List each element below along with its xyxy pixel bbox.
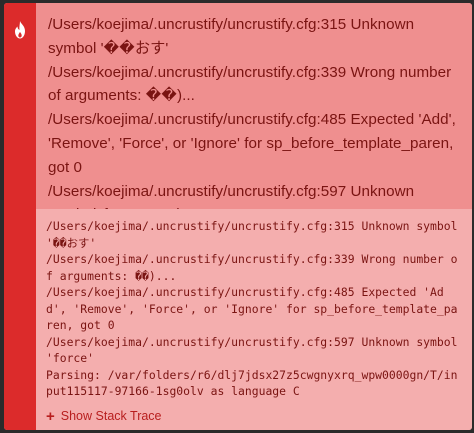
message-line: /Users/koejima/.uncrustify/uncrustify.cf…	[48, 16, 415, 57]
message-line: /Users/koejima/.uncrustify/uncrustify.cf…	[48, 111, 456, 176]
detail-line: /Users/koejima/.uncrustify/uncrustify.cf…	[46, 252, 458, 283]
detail-line: /Users/koejima/.uncrustify/uncrustify.cf…	[46, 219, 465, 250]
detail-line: /Users/koejima/.uncrustify/uncrustify.cf…	[46, 334, 465, 366]
error-notification: /Users/koejima/.uncrustify/uncrustify.cf…	[4, 3, 472, 430]
notification-detail: /Users/koejima/.uncrustify/uncrustify.cf…	[36, 209, 472, 430]
show-stack-trace-button[interactable]: + Show Stack Trace	[46, 408, 462, 425]
detail-line: Parsing: /var/folders/r6/dlj7jdsx27z5cwg…	[46, 367, 458, 399]
notification-message: /Users/koejima/.uncrustify/uncrustify.cf…	[36, 3, 472, 209]
plus-icon: +	[46, 407, 55, 425]
notification-icon-bar	[4, 3, 36, 430]
detail-line: /Users/koejima/.uncrustify/uncrustify.cf…	[46, 285, 458, 333]
notification-content: /Users/koejima/.uncrustify/uncrustify.cf…	[36, 3, 472, 430]
message-line: /Users/koejima/.uncrustify/uncrustify.cf…	[48, 63, 452, 105]
message-line: /Users/koejima/.uncrustify/uncrustify.cf…	[48, 182, 415, 209]
flame-icon	[15, 21, 25, 39]
show-stack-trace-label: Show Stack Trace	[60, 409, 162, 424]
